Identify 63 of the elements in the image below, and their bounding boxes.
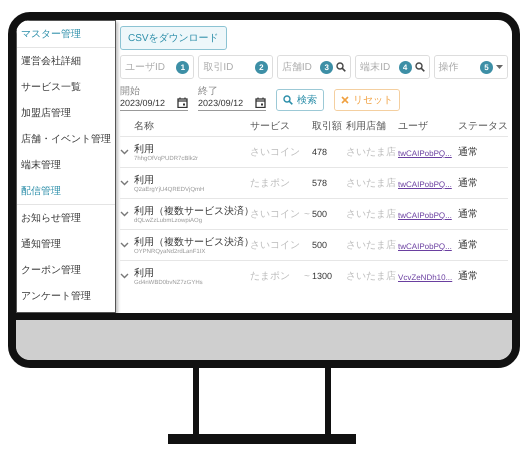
column-header: サービス — [250, 120, 291, 134]
column-header: 名称 — [134, 120, 155, 134]
date-field[interactable]: 開始 2023/09/12 — [120, 84, 188, 111]
table-cell-text: さいたま店 — [346, 208, 397, 221]
table-cell-text: 通常 — [458, 176, 479, 190]
table-cell-text: 500 — [312, 209, 328, 219]
sidebar-item[interactable]: 通知管理 — [17, 231, 115, 257]
sidebar-item[interactable]: 端末管理 — [17, 152, 115, 178]
table-cell-text: たまポン — [250, 177, 291, 190]
sidebar-item[interactable]: クーポン管理 — [17, 257, 115, 283]
search-button[interactable]: 検索 — [276, 89, 324, 111]
table-cell-text: 通常 — [458, 238, 479, 252]
table-cell-text: 478 — [312, 147, 328, 157]
user-link[interactable]: twCAIPobPQ... — [398, 211, 452, 220]
sidebar-section-title: 配信管理 — [17, 178, 115, 205]
table-cell-text: 利用 — [134, 266, 155, 280]
number-badge: 1 — [176, 60, 190, 74]
table-cell-text: さいコイン — [250, 146, 301, 159]
sidebar-item[interactable]: 運営会社詳細 — [17, 48, 115, 74]
user-link[interactable]: VcvZeNDh10... — [398, 273, 452, 282]
table-cell-text: 利用（複数サービス決済） — [134, 236, 250, 248]
sidebar-section-title: マスター管理 — [17, 21, 115, 48]
table-cell-text: さいたま店 — [346, 176, 397, 190]
number-badge: 5 — [480, 60, 494, 74]
table-cell-text: 通常 — [458, 270, 479, 283]
number-badge: 3 — [320, 60, 334, 74]
table-cell-text: 1300 — [312, 271, 334, 281]
tilde-mark: ~ — [304, 270, 311, 282]
user-link[interactable]: twCAIPobPQ... — [398, 149, 452, 158]
sidebar-item[interactable]: アンケート管理 — [17, 283, 115, 309]
input-field[interactable]: ユーザID 1 — [120, 55, 194, 79]
column-header: 取引額 — [312, 120, 343, 134]
user-link[interactable]: twCAIPobPQ... — [398, 180, 452, 189]
number-badge: 4 — [398, 60, 412, 74]
sidebar-item[interactable]: 店舗・イベント管理 — [17, 126, 115, 152]
user-link[interactable]: twCAIPobPQ... — [398, 242, 452, 251]
input-field[interactable]: 取引ID 2 — [198, 55, 273, 79]
select-field[interactable]: 操作 5 — [434, 55, 508, 79]
csv-download-button[interactable]: CSVをダウンロード — [120, 26, 227, 50]
table-cell-text: さいたま店 — [346, 146, 397, 159]
table-cell-text: 通常 — [458, 146, 479, 159]
column-header: ユーザ — [398, 120, 429, 134]
table-cell-text: 578 — [312, 178, 328, 188]
table-cell-text: 利用 — [134, 142, 155, 156]
tilde-mark: ~ — [304, 208, 311, 220]
table-cell-text: 500 — [312, 240, 328, 250]
table-cell-text: たまポン — [250, 270, 291, 283]
sidebar-item[interactable]: 加盟店管理 — [17, 100, 115, 126]
table-cell-text: さいコイン — [250, 208, 301, 221]
date-field[interactable]: 終了 2023/09/12 — [198, 84, 266, 111]
table-cell-text: 通常 — [458, 208, 479, 221]
number-badge: 2 — [254, 60, 268, 74]
table-cell-text: さいたま店 — [346, 238, 397, 252]
table-cell-text: 利用（複数サービス決済） — [134, 204, 250, 217]
column-header: ステータス — [458, 120, 508, 134]
table-cell-text: さいたま店 — [346, 270, 397, 283]
sidebar-item[interactable]: お知らせ管理 — [17, 205, 115, 231]
table-cell-text: 利用 — [134, 174, 155, 186]
input-field[interactable]: 店舗ID 3 — [276, 55, 352, 79]
column-header: 利用店舗 — [346, 120, 387, 134]
input-field[interactable]: 端末ID 4 — [355, 55, 430, 79]
sidebar-item[interactable]: サービス一覧 — [17, 74, 115, 100]
table-cell-text: さいコイン — [250, 239, 301, 252]
